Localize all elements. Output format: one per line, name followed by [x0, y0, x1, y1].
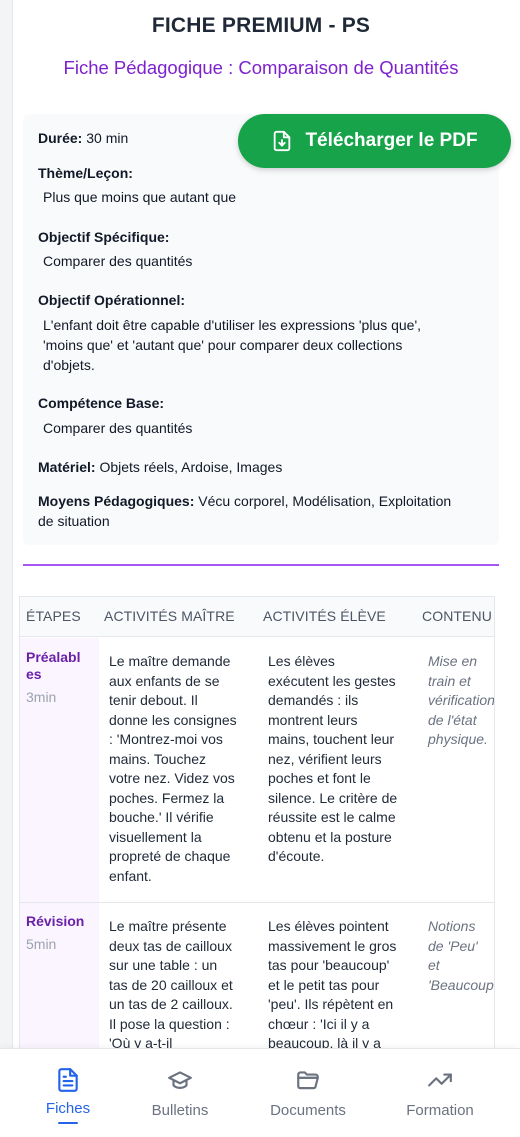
nav-item-fiches[interactable]: Fiches [36, 1049, 100, 1137]
file-download-icon [274, 130, 291, 152]
contenu-cell: Mise en train et vérification de l'état phys… [428, 653, 495, 747]
fiche-page: FICHE PREMIUM - PS Fiche Pédagogique : C… [12, 0, 520, 1137]
page-title: FICHE PREMIUM - PS [151, 14, 371, 37]
step-cell: Révision 5min [20, 903, 99, 1055]
header-contenu: CONTENU [422, 608, 492, 624]
table-row: Révision 5min Le maître présente deux tas… [20, 903, 495, 1055]
table-header: ÉTAPES ACTIVITÉS MAÎTRE ACTIVITÉS ÉLÈVE … [20, 597, 494, 637]
objectif-specifique-value: Comparer des quantités [43, 253, 193, 269]
step-name-line: Préalabl [26, 649, 81, 665]
active-indicator [58, 1122, 78, 1124]
document-icon [58, 1068, 78, 1092]
download-pdf-label: Télécharger le PDF [305, 130, 478, 151]
trending-up-icon [428, 1073, 452, 1087]
competence-label: Compétence Base: [38, 395, 165, 411]
duree-label: Durée: [38, 130, 83, 146]
section-divider [23, 564, 499, 566]
header-etapes: ÉTAPES [26, 608, 81, 624]
nav-item-formation[interactable]: Formation [396, 1049, 484, 1137]
step-time: 3min [26, 689, 57, 705]
materiel-value: Objets réels, Ardoise, Images [95, 459, 283, 475]
materiel-label: Matériel: [38, 459, 96, 475]
folder-icon [297, 1071, 319, 1090]
step-time: 5min [26, 936, 57, 952]
moyens-value: Vécu corporel, Modélisation, Exploitatio… [194, 493, 452, 509]
competence-value: Comparer des quantités [43, 420, 193, 436]
contenu-cell: Notions de 'Peu' et 'Beaucoup' [428, 918, 495, 993]
nav-item-bulletins[interactable]: Bulletins [140, 1049, 220, 1137]
objectif-operationnel-line: 'moins que' et 'autant que' pour compare… [43, 337, 403, 353]
graduation-cap-icon [168, 1071, 192, 1089]
lesson-table[interactable]: ÉTAPES ACTIVITÉS MAÎTRE ACTIVITÉS ÉLÈVE … [19, 596, 495, 1056]
activites-maitre-cell: Le maître présente deux tas de cailloux su… [109, 918, 233, 1051]
objectif-operationnel-line: L'enfant doit être capable d'utiliser le… [43, 317, 422, 333]
page-subtitle: Fiche Pédagogique : Comparaison de Quant… [63, 57, 459, 78]
moyens-label: Moyens Pédagogiques: [38, 493, 195, 509]
header-activites-maitre: ACTIVITÉS MAÎTRE [104, 608, 235, 624]
header-activites-eleve: ACTIVITÉS ÉLÈVE [263, 608, 386, 624]
download-pdf-button[interactable]: Télécharger le PDF [238, 114, 511, 168]
nav-label-bulletins: Bulletins [151, 1102, 209, 1119]
info-panel: Durée: 30 min Thème/Leçon: Plus que moin… [23, 114, 499, 545]
step-cell: Préalabl es 3min [20, 638, 99, 902]
activites-eleve-cell: Les élèves exécutent les gestes demandés :… [268, 653, 398, 864]
step-name-line: es [26, 666, 42, 682]
objectif-operationnel-label: Objectif Opérationnel: [38, 292, 186, 308]
nav-label-documents: Documents [270, 1102, 346, 1119]
moyens-row: Moyens Pédagogiques: Vécu corporel, Modé… [38, 491, 488, 511]
objectif-operationnel-line: d'objets. [43, 357, 95, 373]
nav-label-fiches: Fiches [45, 1100, 91, 1117]
nav-item-documents[interactable]: Documents [262, 1049, 354, 1137]
nav-label-formation: Formation [406, 1102, 474, 1119]
theme-value: Plus que moins que autant que [43, 189, 237, 205]
step-name-line: Révision [26, 913, 85, 929]
table-row: Préalabl es 3min Le maître demande aux en… [20, 638, 494, 902]
materiel-row: Matériel: Objets réels, Ardoise, Images [38, 457, 488, 477]
objectif-specifique-label: Objectif Spécifique: [38, 229, 170, 245]
activites-eleve-cell: Les élèves pointent massivement le gros ta… [268, 918, 397, 1051]
moyens-value-line2: de situation [38, 513, 110, 529]
duree-value: 30 min [82, 130, 129, 146]
activites-maitre-cell: Le maître demande aux enfants de se tenir … [109, 653, 237, 884]
bottom-navigation: Fiches Bulletins Documents Formation [0, 1048, 520, 1137]
